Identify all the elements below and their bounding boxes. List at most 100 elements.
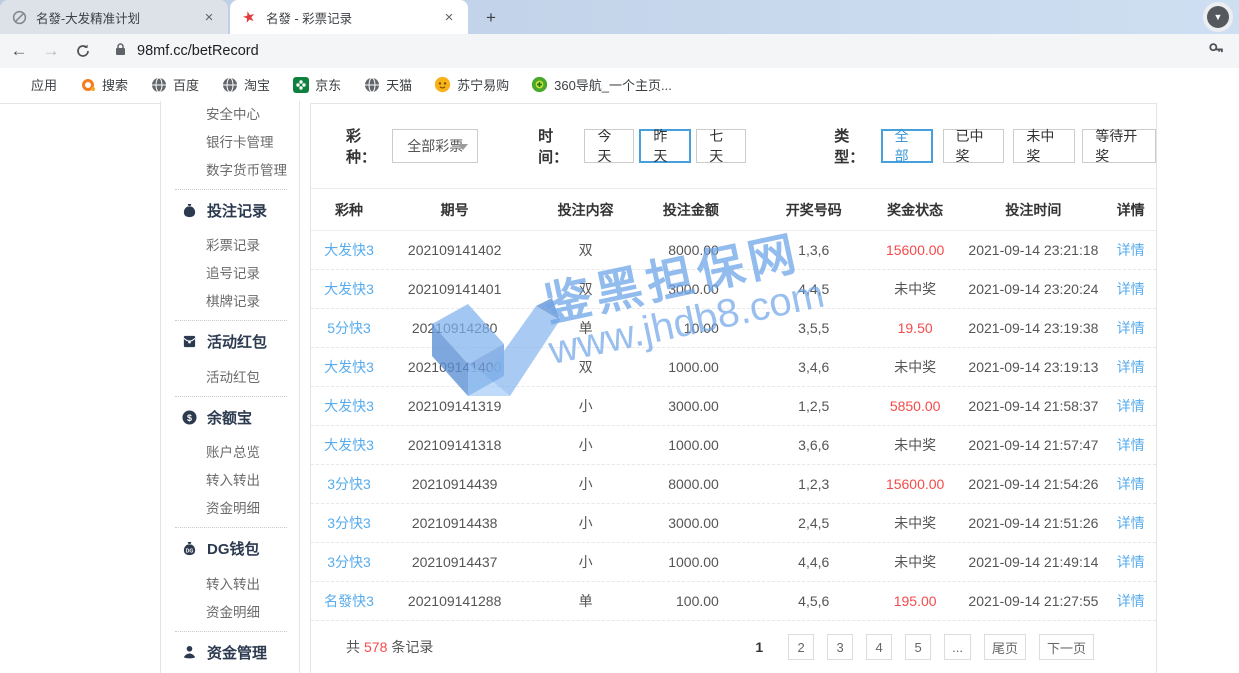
divider: [175, 527, 287, 528]
type-filter-lost[interactable]: 未中奖: [1013, 129, 1075, 163]
red-envelope-icon: [181, 333, 198, 350]
detail-link[interactable]: 详情: [1105, 279, 1156, 299]
page-button-2[interactable]: 2: [788, 634, 814, 660]
sidebar-item-red-packet[interactable]: 活动红包: [161, 364, 299, 392]
tab-dafa-plan[interactable]: 名發-大发精准计划 ×: [0, 0, 228, 34]
divider: [175, 189, 287, 190]
filter-bar: 彩种： 全部彩票 时间： 今天 昨天 七天 类型： 全部 已中奖 未中奖 等待开…: [311, 104, 1156, 189]
lottery-select[interactable]: 全部彩票: [392, 129, 478, 163]
page-button-3[interactable]: 3: [827, 634, 853, 660]
browser-toolbar: ← → 98mf.cc/betRecord: [0, 34, 1239, 68]
sidebar-item-lottery-records[interactable]: 彩票记录: [161, 232, 299, 260]
sidebar-item-chase-records[interactable]: 追号记录: [161, 260, 299, 288]
new-tab-button[interactable]: +: [478, 5, 504, 31]
sidebar-section-label: 活动红包: [207, 331, 267, 352]
issue-number: 202109141318: [387, 437, 522, 453]
detail-link[interactable]: 详情: [1105, 435, 1156, 455]
issue-number: 20210914437: [387, 554, 522, 570]
bet-amount: 3000.00: [649, 398, 759, 414]
sidebar-item-transfer[interactable]: 转入转出: [161, 571, 299, 599]
next-page-button[interactable]: 下一页: [1039, 634, 1094, 660]
col-header-numbers: 开奖号码: [759, 200, 869, 220]
detail-link[interactable]: 详情: [1105, 357, 1156, 377]
type-filter-won[interactable]: 已中奖: [943, 129, 1005, 163]
sidebar-section-dg-wallet[interactable]: DG DG钱包: [161, 533, 299, 563]
sidebar-item-fund-details[interactable]: 资金明细: [161, 599, 299, 627]
back-icon[interactable]: ←: [6, 38, 32, 64]
lottery-name[interactable]: 大发快3: [311, 279, 387, 299]
time-filter-yesterday[interactable]: 昨天: [639, 129, 691, 163]
type-filter-all[interactable]: 全部: [881, 129, 933, 163]
last-page-button[interactable]: 尾页: [984, 634, 1026, 660]
sidebar-item-fund-details[interactable]: 资金明细: [161, 495, 299, 523]
sidebar-section-bet-records[interactable]: 投注记录: [161, 195, 299, 225]
time-filter-today[interactable]: 今天: [584, 129, 634, 163]
red-star-favicon-icon: ★: [238, 6, 260, 28]
bet-amount: 1000.00: [649, 554, 759, 570]
page-button-ellipsis[interactable]: ...: [944, 634, 971, 660]
type-filter-pending[interactable]: 等待开奖: [1082, 129, 1156, 163]
tab-close-icon[interactable]: ×: [200, 8, 218, 26]
sidebar-item-bank-card[interactable]: 银行卡管理: [161, 129, 299, 157]
lottery-name[interactable]: 大发快3: [311, 357, 387, 377]
bookmark-search[interactable]: 搜索: [79, 75, 128, 94]
bookmark-suning[interactable]: 苏宁易购: [434, 75, 509, 94]
browser-profile-button[interactable]: ▼: [1203, 2, 1233, 32]
sidebar-item-security-center[interactable]: 安全中心: [161, 101, 299, 129]
svg-text:DG: DG: [186, 548, 194, 554]
sidebar-item-transfer[interactable]: 转入转出: [161, 467, 299, 495]
draw-numbers: 1,2,5: [759, 398, 869, 414]
detail-link[interactable]: 详情: [1105, 318, 1156, 338]
sidebar-section-red-packet[interactable]: 活动红包: [161, 326, 299, 356]
bet-amount: 1000.00: [649, 437, 759, 453]
detail-link[interactable]: 详情: [1105, 552, 1156, 572]
issue-number: 202109141288: [387, 593, 522, 609]
tab-close-icon[interactable]: ×: [440, 8, 458, 26]
bookmark-taobao[interactable]: 淘宝: [221, 75, 270, 94]
bet-amount: 8000.00: [649, 476, 759, 492]
bookmark-tmall[interactable]: 天猫: [363, 75, 412, 94]
password-key-icon[interactable]: [1207, 40, 1225, 63]
lottery-name[interactable]: 大发快3: [311, 435, 387, 455]
divider: [175, 320, 287, 321]
issue-number: 202109141402: [387, 242, 522, 258]
bookmark-360nav[interactable]: 360导航_一个主页...: [531, 75, 672, 94]
col-header-lottery: 彩种: [311, 200, 387, 220]
bet-content: 小: [522, 474, 649, 494]
bet-time: 2021-09-14 23:19:38: [962, 320, 1106, 336]
draw-numbers: 3,5,5: [759, 320, 869, 336]
detail-link[interactable]: 详情: [1105, 240, 1156, 260]
bookmark-baidu[interactable]: 百度: [150, 75, 199, 94]
lottery-name[interactable]: 大发快3: [311, 240, 387, 260]
lottery-name[interactable]: 5分快3: [311, 318, 387, 338]
lottery-name[interactable]: 3分快3: [311, 474, 387, 494]
sidebar-item-account-overview[interactable]: 账户总览: [161, 439, 299, 467]
page-button-5[interactable]: 5: [905, 634, 931, 660]
hand-coin-icon: [181, 644, 198, 661]
jd-flower-icon: [292, 76, 309, 93]
lottery-name[interactable]: 大发快3: [311, 396, 387, 416]
time-filter-seven-days[interactable]: 七天: [696, 129, 746, 163]
page-button-4[interactable]: 4: [866, 634, 892, 660]
url-text[interactable]: 98mf.cc/betRecord: [137, 43, 259, 59]
lottery-name[interactable]: 名發快3: [311, 591, 387, 611]
sidebar-item-digital-currency[interactable]: 数字货币管理: [161, 157, 299, 185]
sidebar-item-boardgame-records[interactable]: 棋牌记录: [161, 288, 299, 316]
caret-down-icon: [458, 144, 468, 150]
detail-link[interactable]: 详情: [1105, 591, 1156, 611]
bookmark-label: 应用: [31, 75, 57, 94]
address-bar[interactable]: 98mf.cc/betRecord: [114, 42, 1207, 61]
detail-link[interactable]: 详情: [1105, 474, 1156, 494]
sidebar-section-fund-management[interactable]: 资金管理: [161, 637, 299, 667]
bookmark-label: 苏宁易购: [457, 75, 509, 94]
lottery-name[interactable]: 3分快3: [311, 552, 387, 572]
detail-link[interactable]: 详情: [1105, 513, 1156, 533]
bookmark-apps[interactable]: 应用: [8, 75, 57, 94]
detail-link[interactable]: 详情: [1105, 396, 1156, 416]
bookmark-jd[interactable]: 京东: [292, 75, 341, 94]
sidebar-section-yuebao[interactable]: $ 余额宝: [161, 402, 299, 432]
tab-bet-record[interactable]: ★ 名發 - 彩票记录 ×: [230, 0, 468, 34]
lottery-name[interactable]: 3分快3: [311, 513, 387, 533]
sidebar-section-label: 余额宝: [207, 407, 252, 428]
refresh-icon[interactable]: [70, 38, 96, 64]
